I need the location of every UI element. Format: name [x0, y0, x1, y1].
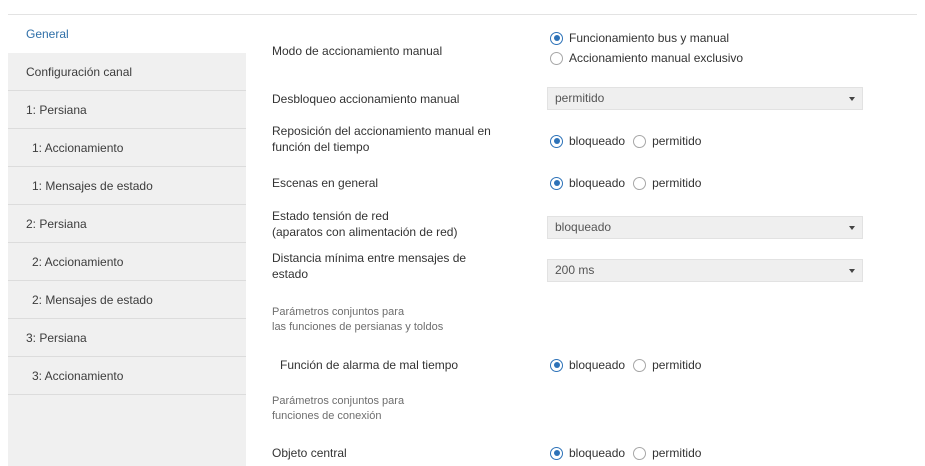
manual-reset-radio-group: bloqueado permitido	[550, 131, 709, 151]
section-connection-line2: funciones de conexión	[272, 410, 382, 422]
radio-unchecked-icon	[633, 134, 647, 148]
radio-unchecked-icon	[633, 176, 647, 190]
sidebar-item-label: 2: Accionamiento	[32, 255, 124, 269]
sidebar-item-accionamiento-2[interactable]: 2: Accionamiento	[8, 243, 246, 281]
parameter-panel: Modo de accionamiento manual Funcionamie…	[246, 15, 917, 466]
sidebar-item-label: General	[26, 27, 69, 41]
section-blinds-line1: Parámetros conjuntos para	[272, 306, 405, 318]
dropdown-value: permitido	[555, 91, 605, 105]
radio-label: permitido	[652, 176, 702, 190]
sidebar-item-label: 1: Accionamiento	[32, 141, 124, 155]
radio-unchecked-icon	[633, 446, 647, 460]
central-object-radio-group: bloqueado permitido	[550, 443, 709, 463]
manual-reset-option-permitido[interactable]: permitido	[633, 134, 701, 148]
section-connection-heading: Parámetros conjuntos para funciones de c…	[272, 394, 542, 424]
sidebar-item-label: 1: Mensajes de estado	[32, 179, 153, 193]
central-object-label: Objeto central	[272, 446, 347, 460]
weather-alarm-option-bloqueado[interactable]: bloqueado	[550, 358, 625, 372]
radio-checked-icon	[550, 176, 563, 190]
section-blinds-heading: Parámetros conjuntos para las funciones …	[272, 305, 542, 335]
sidebar-item-accionamiento-1[interactable]: 1: Accionamiento	[8, 129, 246, 167]
dropdown-value: bloqueado	[555, 220, 612, 234]
sidebar-item-mensajes-estado-2[interactable]: 2: Mensajes de estado	[8, 281, 246, 319]
weather-alarm-option-permitido[interactable]: permitido	[633, 358, 701, 372]
sidebar-item-label: 3: Accionamiento	[32, 369, 124, 383]
sidebar-item-accionamiento-3[interactable]: 3: Accionamiento	[8, 357, 246, 395]
sidebar-item-mensajes-estado-1[interactable]: 1: Mensajes de estado	[8, 167, 246, 205]
weather-alarm-label: Función de alarma de mal tiempo	[280, 358, 459, 372]
manual-mode-option-exclusive[interactable]: Accionamiento manual exclusivo	[550, 51, 743, 65]
radio-label: bloqueado	[569, 358, 626, 372]
radio-label: bloqueado	[569, 446, 626, 460]
manual-reset-label-line1: Reposición del accionamiento manual en	[272, 124, 491, 138]
weather-alarm-radio-group: bloqueado permitido	[550, 355, 709, 375]
central-object-option-permitido[interactable]: permitido	[633, 446, 701, 460]
manual-reset-option-bloqueado[interactable]: bloqueado	[550, 134, 625, 148]
central-object-option-bloqueado[interactable]: bloqueado	[550, 446, 625, 460]
radio-label: permitido	[652, 446, 702, 460]
scenes-option-permitido[interactable]: permitido	[633, 176, 701, 190]
radio-checked-icon	[550, 358, 563, 372]
mains-status-label-line1: Estado tensión de red	[272, 209, 389, 223]
sidebar-item-label: 2: Mensajes de estado	[32, 293, 153, 307]
radio-checked-icon	[550, 134, 563, 148]
radio-checked-icon	[550, 446, 563, 460]
radio-checked-icon	[550, 31, 563, 45]
caret-down-icon	[849, 226, 855, 230]
caret-down-icon	[849, 97, 855, 101]
dropdown-value: 200 ms	[555, 263, 595, 277]
scenes-option-bloqueado[interactable]: bloqueado	[550, 176, 625, 190]
radio-label: bloqueado	[569, 176, 626, 190]
mains-status-label: Estado tensión de red (aparatos con alim…	[272, 208, 542, 240]
sidebar-item-label: Configuración canal	[26, 65, 133, 79]
sidebar-item-configuracion-canal[interactable]: Configuración canal	[8, 53, 246, 91]
sidebar-nav: General Configuración canal 1: Persiana …	[8, 15, 246, 466]
manual-unlock-dropdown[interactable]: permitido	[547, 87, 863, 110]
manual-mode-radio-group: Funcionamiento bus y manual Accionamient…	[550, 28, 751, 68]
sidebar-item-general[interactable]: General	[8, 15, 246, 53]
scenes-label: Escenas en general	[272, 176, 379, 190]
section-connection-line1: Parámetros conjuntos para	[272, 395, 405, 407]
sidebar-item-persiana-3[interactable]: 3: Persiana	[8, 319, 246, 357]
radio-label: permitido	[652, 134, 702, 148]
manual-reset-label-line2: función del tiempo	[272, 140, 370, 154]
min-distance-label-line2: estado	[272, 267, 309, 281]
radio-label: bloqueado	[569, 134, 626, 148]
sidebar-item-label: 2: Persiana	[26, 217, 87, 231]
mains-status-dropdown[interactable]: bloqueado	[547, 216, 863, 239]
caret-down-icon	[849, 269, 855, 273]
sidebar-item-label: 3: Persiana	[26, 331, 87, 345]
radio-label: permitido	[652, 358, 702, 372]
manual-mode-label: Modo de accionamiento manual	[272, 44, 443, 58]
manual-reset-label: Reposición del accionamiento manual en f…	[272, 123, 542, 155]
manual-mode-option-bus-manual[interactable]: Funcionamiento bus y manual	[550, 31, 729, 45]
section-blinds-line2: las funciones de persianas y toldos	[272, 321, 444, 333]
sidebar-item-persiana-2[interactable]: 2: Persiana	[8, 205, 246, 243]
min-distance-label: Distancia mínima entre mensajes de estad…	[272, 250, 542, 282]
min-distance-dropdown[interactable]: 200 ms	[547, 259, 863, 282]
radio-unchecked-icon	[550, 51, 563, 65]
scenes-radio-group: bloqueado permitido	[550, 173, 709, 193]
radio-label: Accionamiento manual exclusivo	[569, 51, 744, 65]
radio-label: Funcionamiento bus y manual	[569, 31, 730, 45]
sidebar-item-persiana-1[interactable]: 1: Persiana	[8, 91, 246, 129]
sidebar-item-label: 1: Persiana	[26, 103, 87, 117]
min-distance-label-line1: Distancia mínima entre mensajes de	[272, 251, 467, 265]
radio-unchecked-icon	[633, 358, 647, 372]
mains-status-label-line2: (aparatos con alimentación de red)	[272, 225, 458, 239]
manual-unlock-label: Desbloqueo accionamiento manual	[272, 92, 460, 106]
